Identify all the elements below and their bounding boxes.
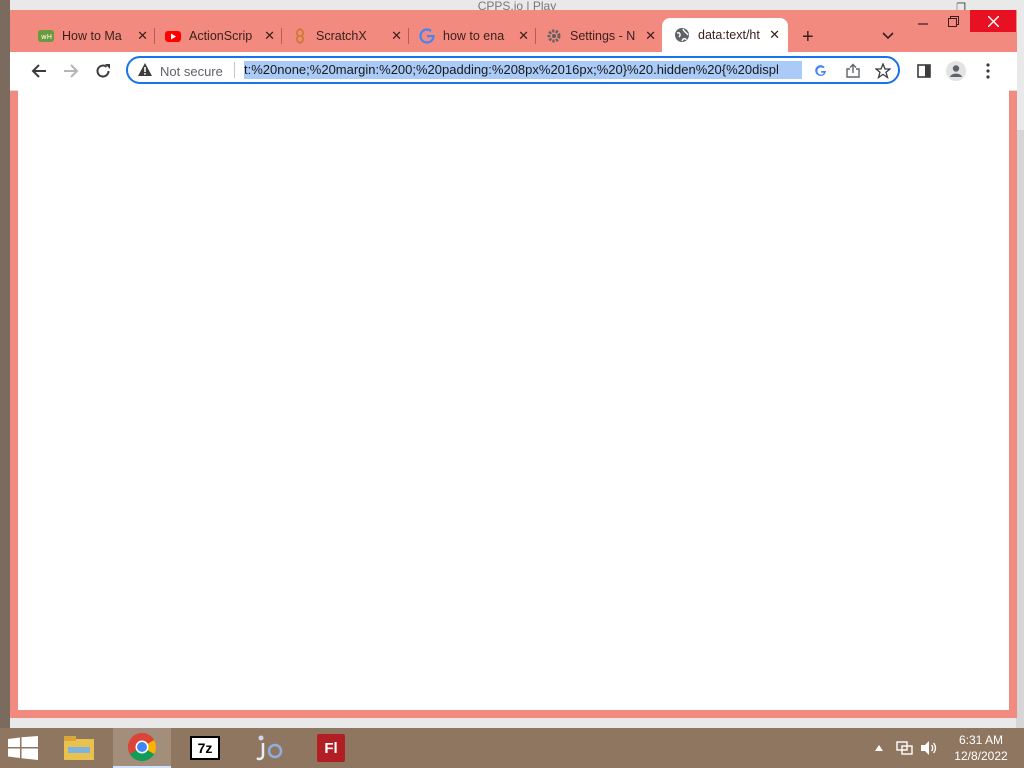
close-tab-icon[interactable]: ✕ xyxy=(645,28,656,44)
tab-youtube[interactable]: ActionScrip ✕ xyxy=(165,24,283,48)
tab-scratchx[interactable]: ScratchX ✕ xyxy=(292,24,410,48)
youtube-icon xyxy=(165,28,181,44)
chrome-icon[interactable] xyxy=(113,728,171,768)
tab-label: data:text/ht xyxy=(698,28,760,42)
tab-separator xyxy=(408,28,409,44)
not-secure-label: Not secure xyxy=(160,63,223,79)
tab-settings[interactable]: Settings - N ✕ xyxy=(546,24,664,48)
omnibox-divider xyxy=(234,62,235,78)
flash-label: Fl xyxy=(317,734,345,762)
7zip-label: 7z xyxy=(190,736,220,760)
svg-text:wH: wH xyxy=(41,33,52,41)
warning-icon xyxy=(138,63,152,79)
background-scrollbar[interactable] xyxy=(1016,130,1024,730)
jio-icon[interactable] xyxy=(239,728,297,768)
minimize-icon[interactable] xyxy=(912,10,934,32)
tab-search-icon[interactable] xyxy=(882,28,894,43)
taskbar: 7z Fl 6:31 AM 12/8/2022 xyxy=(0,728,1024,768)
google-lens-icon[interactable] xyxy=(812,62,830,80)
file-explorer-icon[interactable] xyxy=(50,728,108,768)
clock-time: 6:31 AM xyxy=(958,733,1004,747)
gear-icon xyxy=(546,28,562,44)
tab-separator xyxy=(535,28,536,44)
page-content[interactable] xyxy=(18,90,1009,710)
address-bar[interactable]: Not secure t:%20none;%20margin:%200;%20p… xyxy=(126,56,900,84)
google-icon xyxy=(419,28,435,44)
bookmark-star-icon[interactable] xyxy=(874,62,892,80)
close-tab-icon[interactable]: ✕ xyxy=(137,28,148,44)
profile-avatar-icon[interactable] xyxy=(946,61,966,81)
tab-wikihow[interactable]: wH How to Ma ✕ xyxy=(38,24,156,48)
share-icon[interactable] xyxy=(844,62,862,80)
new-tab-icon[interactable]: + xyxy=(802,26,814,49)
network-icon[interactable] xyxy=(896,728,914,768)
site-info-chip[interactable]: Not secure xyxy=(138,63,223,79)
scratchx-icon xyxy=(292,28,308,44)
tab-strip: wH How to Ma ✕ ActionScrip ✕ ScratchX ✕ xyxy=(10,10,1017,52)
browser-window: wH How to Ma ✕ ActionScrip ✕ ScratchX ✕ xyxy=(10,10,1017,718)
clock-date: 12/8/2022 xyxy=(954,749,1008,763)
tab-google-search[interactable]: how to ena ✕ xyxy=(419,24,537,48)
browser-toolbar: Not secure t:%20none;%20margin:%200;%20p… xyxy=(10,52,1017,91)
show-hidden-icons-icon[interactable] xyxy=(874,728,884,768)
tab-separator xyxy=(154,28,155,44)
forward-icon[interactable] xyxy=(60,60,82,82)
tab-label: ActionScrip xyxy=(189,29,253,43)
side-panel-icon[interactable] xyxy=(914,61,934,81)
restore-icon[interactable] xyxy=(942,10,964,32)
menu-kebab-icon[interactable] xyxy=(978,61,998,81)
tab-label: ScratchX xyxy=(316,29,367,43)
close-tab-icon[interactable]: ✕ xyxy=(264,28,275,44)
url-text[interactable]: t:%20none;%20margin:%200;%20padding:%208… xyxy=(244,61,802,79)
close-window-icon[interactable] xyxy=(970,10,1016,32)
close-tab-icon[interactable]: ✕ xyxy=(391,28,402,44)
system-clock[interactable]: 6:31 AM 12/8/2022 xyxy=(946,732,1016,764)
close-tab-icon[interactable]: ✕ xyxy=(769,27,780,43)
reload-icon[interactable] xyxy=(92,60,114,82)
tab-data-url[interactable]: data:text/ht ✕ xyxy=(662,18,788,52)
tab-label: Settings - N xyxy=(570,29,636,43)
tab-label: how to ena xyxy=(443,29,505,43)
flash-icon[interactable]: Fl xyxy=(302,728,360,768)
wikihow-icon: wH xyxy=(38,28,54,44)
7zip-icon[interactable]: 7z xyxy=(176,728,234,768)
volume-icon[interactable] xyxy=(920,728,938,768)
close-tab-icon[interactable]: ✕ xyxy=(518,28,529,44)
tab-label: How to Ma xyxy=(62,29,122,43)
globe-icon xyxy=(674,27,690,43)
back-icon[interactable] xyxy=(28,60,50,82)
windows-start-icon[interactable] xyxy=(8,736,38,765)
tab-separator xyxy=(281,28,282,44)
